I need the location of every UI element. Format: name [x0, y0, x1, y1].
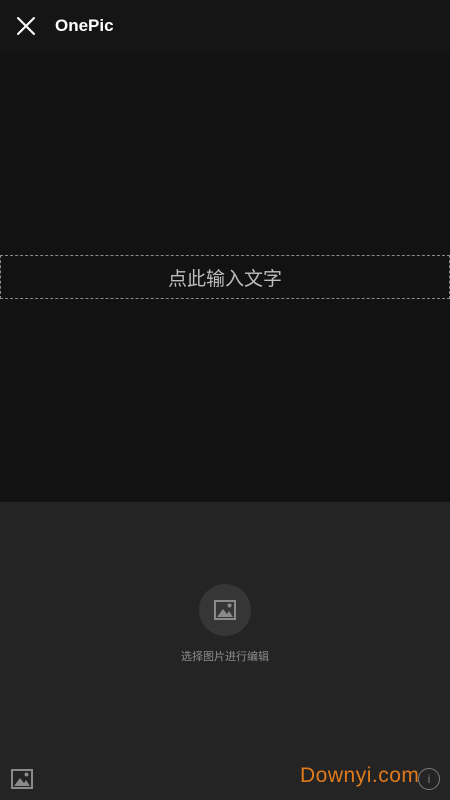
close-icon	[17, 17, 35, 35]
gallery-icon	[11, 769, 33, 789]
app-root: OnePic 点此输入文字 选择图片进行编辑 Downyi.com i	[0, 0, 450, 800]
text-input-box[interactable]: 点此输入文字	[0, 255, 450, 299]
edit-canvas: 点此输入文字	[0, 52, 450, 502]
watermark-logo: Downyi.com	[300, 764, 420, 787]
close-button[interactable]	[0, 0, 52, 52]
gallery-button[interactable]	[9, 766, 35, 792]
info-icon: i	[427, 772, 431, 786]
info-button[interactable]: i	[418, 768, 440, 790]
image-icon	[214, 600, 236, 620]
bottom-panel: 选择图片进行编辑 Downyi.com i	[0, 502, 450, 800]
pick-image-label: 选择图片进行编辑	[181, 650, 269, 663]
app-title: OnePic	[55, 16, 114, 35]
top-bar: OnePic	[0, 0, 450, 52]
pick-image-button[interactable]	[199, 584, 251, 636]
